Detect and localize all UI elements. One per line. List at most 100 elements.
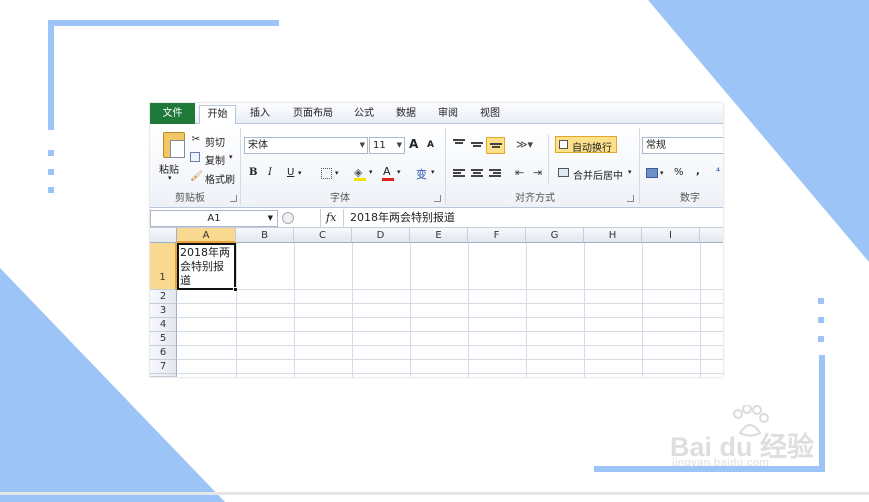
tab-data[interactable]: 数据	[390, 105, 422, 124]
tab-page-layout[interactable]: 页面布局	[288, 105, 338, 124]
select-all-button[interactable]	[150, 228, 177, 243]
column-header[interactable]: I	[642, 228, 700, 243]
align-right-icon[interactable]	[489, 169, 501, 179]
grid-line	[177, 359, 723, 360]
column-header[interactable]: C	[294, 228, 352, 243]
column-header[interactable]: F	[468, 228, 526, 243]
dialog-launcher-icon[interactable]	[230, 195, 237, 202]
number-format-select[interactable]: 常规	[642, 137, 723, 154]
name-box-value: A1	[207, 213, 221, 224]
formula-input[interactable]: 2018年两会特别报道	[350, 210, 455, 226]
column-header[interactable]: B	[236, 228, 294, 243]
column-header[interactable]: D	[352, 228, 410, 243]
cell-a1-line: 会特别报	[180, 260, 224, 273]
format-painter-label: 格式刷	[205, 175, 235, 186]
comma-button[interactable]: ,	[696, 166, 700, 177]
align-middle-icon[interactable]	[471, 142, 483, 152]
copy-button[interactable]: 复制 ▾	[190, 151, 238, 167]
name-box[interactable]: A1 ▼	[150, 210, 278, 227]
row-header[interactable]	[150, 374, 177, 377]
chevron-down-icon: ▾	[369, 168, 373, 176]
tab-review[interactable]: 审阅	[432, 105, 464, 124]
phonetic-button[interactable]: 变 ▾	[416, 166, 440, 181]
wrap-text-button[interactable]: 自动换行	[555, 136, 617, 154]
number-format-value: 常规	[646, 140, 666, 151]
shrink-font-button[interactable]: A	[427, 140, 434, 150]
row-header[interactable]: 1	[150, 243, 177, 290]
borders-button[interactable]: ▾	[321, 168, 345, 181]
tab-home[interactable]: 开始	[199, 105, 236, 125]
currency-icon	[646, 168, 658, 178]
chevron-down-icon: ▾	[298, 169, 302, 177]
format-painter-button[interactable]: 🖌 格式刷	[190, 170, 238, 186]
column-header[interactable]: G	[526, 228, 584, 243]
brush-icon: 🖌	[190, 171, 203, 182]
font-group-label: 字体	[330, 193, 350, 204]
chevron-down-icon: ▼	[267, 214, 273, 222]
column-header[interactable]: A	[177, 228, 236, 243]
phonetic-icon: 变	[416, 168, 427, 181]
align-bottom-icon	[490, 143, 502, 153]
grid-line	[526, 243, 527, 377]
column-header[interactable]: H	[584, 228, 642, 243]
percent-button[interactable]: %	[674, 167, 684, 178]
formula-bar-handle-icon[interactable]	[282, 212, 294, 224]
grid-line	[468, 243, 469, 377]
increase-decimal-icon[interactable]: ⁴	[716, 167, 720, 178]
decorative-dot	[818, 317, 824, 323]
orientation-icon[interactable]: ≫▾	[516, 138, 533, 151]
formula-bar-divider	[320, 209, 321, 227]
fill-color-button[interactable]: ◈ ▾	[354, 166, 378, 181]
underline-button[interactable]: U	[287, 167, 294, 178]
decorative-dot	[818, 336, 824, 342]
insert-function-button[interactable]: fx	[326, 210, 336, 226]
row-header[interactable]: 4	[150, 318, 177, 332]
grow-font-button[interactable]: A	[409, 137, 418, 151]
scissors-icon: ✂	[191, 134, 201, 145]
baidu-watermark: Bai du 经验 jingyan.baidu.com	[668, 405, 838, 473]
row-header[interactable]: 3	[150, 304, 177, 318]
column-header[interactable]: E	[410, 228, 468, 243]
font-size-select[interactable]: 11 ▼	[369, 137, 405, 154]
align-center-icon[interactable]	[471, 169, 483, 179]
chevron-down-icon: ▾	[397, 168, 401, 176]
tab-formulas[interactable]: 公式	[348, 105, 380, 124]
column-header[interactable]	[700, 228, 723, 243]
merge-center-button[interactable]: 合并后居中 ▾	[555, 166, 635, 182]
decorative-dot	[48, 187, 54, 193]
font-name-select[interactable]: 宋体 ▼	[244, 137, 368, 154]
group-separator	[548, 134, 549, 184]
decrease-indent-icon[interactable]: ⇤	[515, 166, 524, 179]
tab-view[interactable]: 视图	[474, 105, 506, 124]
grid-line	[584, 243, 585, 377]
row-header[interactable]: 2	[150, 290, 177, 304]
font-color-button[interactable]: A ▾	[382, 165, 406, 181]
cut-button[interactable]: ✂ 剪切	[190, 133, 230, 149]
formula-bar: A1 ▼ fx 2018年两会特别报道	[150, 209, 723, 228]
worksheet-grid: A B C D E F G H I 1 2 3 4 5 6 7 2018年两 会…	[150, 228, 723, 377]
grid-line	[352, 243, 353, 377]
decorative-frame-top-left	[48, 20, 279, 26]
paste-button[interactable]: 粘贴 ▾	[154, 126, 188, 186]
decorative-dot	[48, 169, 54, 175]
fill-handle[interactable]	[233, 287, 238, 292]
cell-a1[interactable]: 2018年两 会特别报 道	[177, 243, 236, 290]
borders-icon	[321, 168, 332, 179]
dialog-launcher-icon[interactable]	[627, 195, 634, 202]
tab-file[interactable]: 文件	[150, 103, 195, 124]
row-header[interactable]: 5	[150, 332, 177, 346]
chevron-down-icon: ▼	[396, 141, 402, 149]
dialog-launcher-icon[interactable]	[434, 195, 441, 202]
ribbon-home: 粘贴 ▾ ✂ 剪切 复制 ▾ 🖌 格式刷 剪贴板 宋体 ▼ 11 ▼ A A B…	[150, 124, 723, 208]
row-header[interactable]: 6	[150, 346, 177, 360]
ribbon-tab-bar: 文件 开始 插入 页面布局 公式 数据 审阅 视图	[150, 103, 723, 125]
tab-insert[interactable]: 插入	[242, 105, 278, 124]
accounting-format-button[interactable]: ▾	[646, 168, 668, 181]
italic-button[interactable]: I	[268, 167, 272, 178]
increase-indent-icon[interactable]: ⇥	[533, 166, 542, 179]
row-header[interactable]: 7	[150, 360, 177, 374]
align-top-icon[interactable]	[453, 139, 465, 149]
align-bottom-button[interactable]	[486, 137, 505, 154]
bold-button[interactable]: B	[249, 167, 257, 178]
align-left-icon[interactable]	[453, 169, 465, 179]
